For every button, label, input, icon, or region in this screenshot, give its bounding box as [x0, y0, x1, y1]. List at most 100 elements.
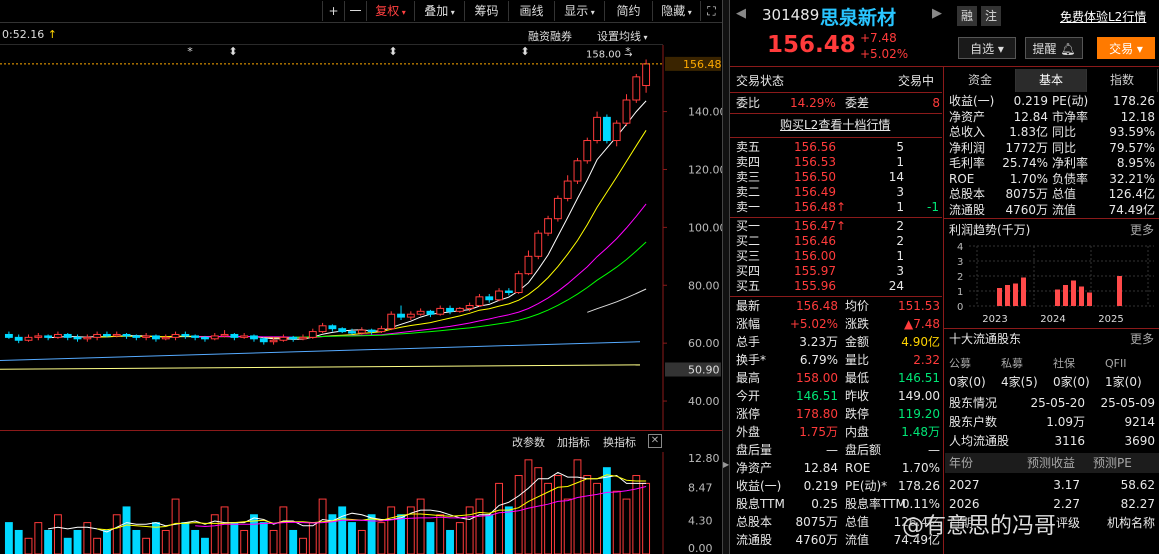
- candle-body: [201, 336, 209, 340]
- fullscreen-icon[interactable]: ⛶: [700, 1, 722, 21]
- volume-bar: [103, 529, 111, 554]
- holders-more-link[interactable]: 更多: [1130, 332, 1154, 347]
- price-change-pct: +5.02%: [860, 47, 909, 61]
- volume-tick-label: 12.80: [688, 452, 720, 465]
- price-tick-label: 100.00: [688, 221, 722, 234]
- volume-bar: [122, 506, 131, 554]
- diejia-button[interactable]: 叠加 ▾: [414, 1, 464, 21]
- add-indicator-button[interactable]: 加指标: [557, 434, 590, 450]
- ask-price[interactable]: 156.49: [794, 185, 836, 200]
- ask-price[interactable]: 156.50: [794, 170, 836, 185]
- funda-value: 8075万: [1005, 187, 1048, 201]
- quote-value: —: [928, 443, 940, 457]
- volume-bar: [357, 529, 366, 554]
- profit-ytick: 0: [957, 302, 963, 313]
- collapse-arrow-icon[interactable]: ▶: [723, 460, 729, 469]
- holder-count: 4家(5): [1001, 375, 1038, 389]
- volume-bar: [132, 529, 141, 554]
- volume-bar: [642, 482, 651, 554]
- candle-body: [632, 76, 641, 101]
- quote-value: 12.84: [803, 461, 838, 475]
- price-tick-label: 60.00: [688, 337, 720, 350]
- fuquan-button[interactable]: 复权 ▾: [366, 1, 414, 21]
- forecast-pe: 58.62: [1120, 478, 1155, 492]
- volume-svg: 12.80 8.47 4.30 0.00: [4, 452, 720, 554]
- tab-1[interactable]: 基本: [1016, 69, 1087, 92]
- volume-bar: [377, 522, 386, 554]
- candle-body: [328, 325, 337, 330]
- forecast-pe: 机构名称: [1106, 516, 1155, 530]
- yincang-button[interactable]: 隐藏 ▾: [652, 1, 700, 21]
- bid-price[interactable]: 155.97: [794, 264, 836, 279]
- change-params-button[interactable]: 改参数: [512, 434, 545, 450]
- event-marker-icon: *: [625, 45, 631, 58]
- quote-label: 收益(一): [736, 479, 782, 493]
- candle-body: [622, 99, 631, 124]
- profit-ytick: 2: [957, 272, 963, 283]
- bid-price[interactable]: 155.96: [794, 279, 836, 294]
- bid-price[interactable]: 156.47↑: [794, 219, 846, 234]
- profit-bar: [1079, 286, 1084, 306]
- profit-year-label: 2024: [1040, 314, 1065, 325]
- volume-bar: [504, 506, 513, 554]
- prev-stock-icon[interactable]: ◀: [736, 6, 746, 21]
- avg-setting-link[interactable]: 设置均线 ▾: [597, 28, 648, 44]
- volume-bar: [14, 529, 23, 554]
- volume-bar: [142, 537, 151, 554]
- quote-value: 119.20: [898, 407, 940, 421]
- quote-label: 跌停: [845, 407, 870, 421]
- funda-label: 总股本: [949, 187, 986, 201]
- kline-chart-panel[interactable]: + 一 复权 ▾ 叠加 ▾ 筹码 画线 显示 ▾ 简约 隐藏 ▾ ⛶ 0:52.…: [0, 0, 722, 554]
- close-indicator-icon[interactable]: ✕: [648, 434, 662, 448]
- holder-row-a: 1.09万: [1046, 415, 1085, 429]
- candle-body: [240, 335, 249, 338]
- jianyue-button[interactable]: 简约: [604, 1, 652, 21]
- funda-value: 178.26: [1113, 94, 1155, 108]
- ask-price[interactable]: 156.56: [794, 140, 836, 155]
- volume-bar: [455, 522, 464, 554]
- quote-value: 0.219: [803, 479, 838, 493]
- price-tick-label: 40.00: [688, 395, 720, 408]
- chouma-button[interactable]: 筹码: [464, 1, 508, 21]
- panel-splitter[interactable]: [722, 0, 730, 554]
- stock-code: 301489: [762, 6, 820, 24]
- volume-bar: [24, 537, 33, 554]
- quote-label: 总值: [845, 515, 870, 529]
- status-divider: [730, 92, 942, 93]
- quote-label: 昨收: [845, 389, 870, 403]
- bid-volume: 3: [896, 264, 904, 278]
- ask-price[interactable]: 156.53: [794, 155, 836, 170]
- ask-price[interactable]: 156.48↑: [794, 200, 846, 215]
- tab-0[interactable]: 资金: [945, 69, 1016, 92]
- candle-body: [573, 160, 582, 182]
- bid-price[interactable]: 156.46: [794, 234, 836, 249]
- quote-value: —: [826, 443, 838, 457]
- quote-value: 178.26: [898, 479, 940, 493]
- candle-body: [367, 329, 376, 333]
- xianshi-button[interactable]: 显示 ▾: [554, 1, 604, 21]
- huaxian-button[interactable]: 画线: [508, 1, 554, 21]
- quote-value: 146.51: [898, 371, 940, 385]
- swap-indicator-button[interactable]: 换指标: [603, 434, 636, 450]
- tab-2[interactable]: 指数: [1087, 69, 1158, 92]
- volume-bar: [563, 498, 572, 554]
- zoom-out-button[interactable]: 一: [344, 1, 366, 21]
- bid-quote-divider: [730, 296, 942, 297]
- quote-value: 156.48: [796, 299, 838, 313]
- profit-ytick: 4: [957, 242, 963, 253]
- yincang-dropdown-icon: ▾: [685, 8, 692, 17]
- volume-bar: [612, 490, 621, 554]
- buy-l2-link[interactable]: 购买L2查看十档行情: [780, 118, 890, 133]
- profit-more-link[interactable]: 更多: [1130, 223, 1154, 238]
- ask-volume: 1: [896, 200, 904, 214]
- candle-body: [259, 338, 268, 343]
- next-stock-icon[interactable]: ▶: [932, 6, 942, 21]
- xianshi-dropdown-icon: ▾: [588, 8, 595, 17]
- quote-label: 外盘: [736, 425, 761, 439]
- volume-bar: [93, 537, 102, 554]
- rzrq-link[interactable]: 融资融券: [528, 28, 572, 44]
- quote-label: 盘后额: [845, 443, 882, 457]
- candle-body: [53, 333, 62, 338]
- bid-price[interactable]: 156.00: [794, 249, 836, 264]
- zoom-in-button[interactable]: +: [322, 1, 344, 21]
